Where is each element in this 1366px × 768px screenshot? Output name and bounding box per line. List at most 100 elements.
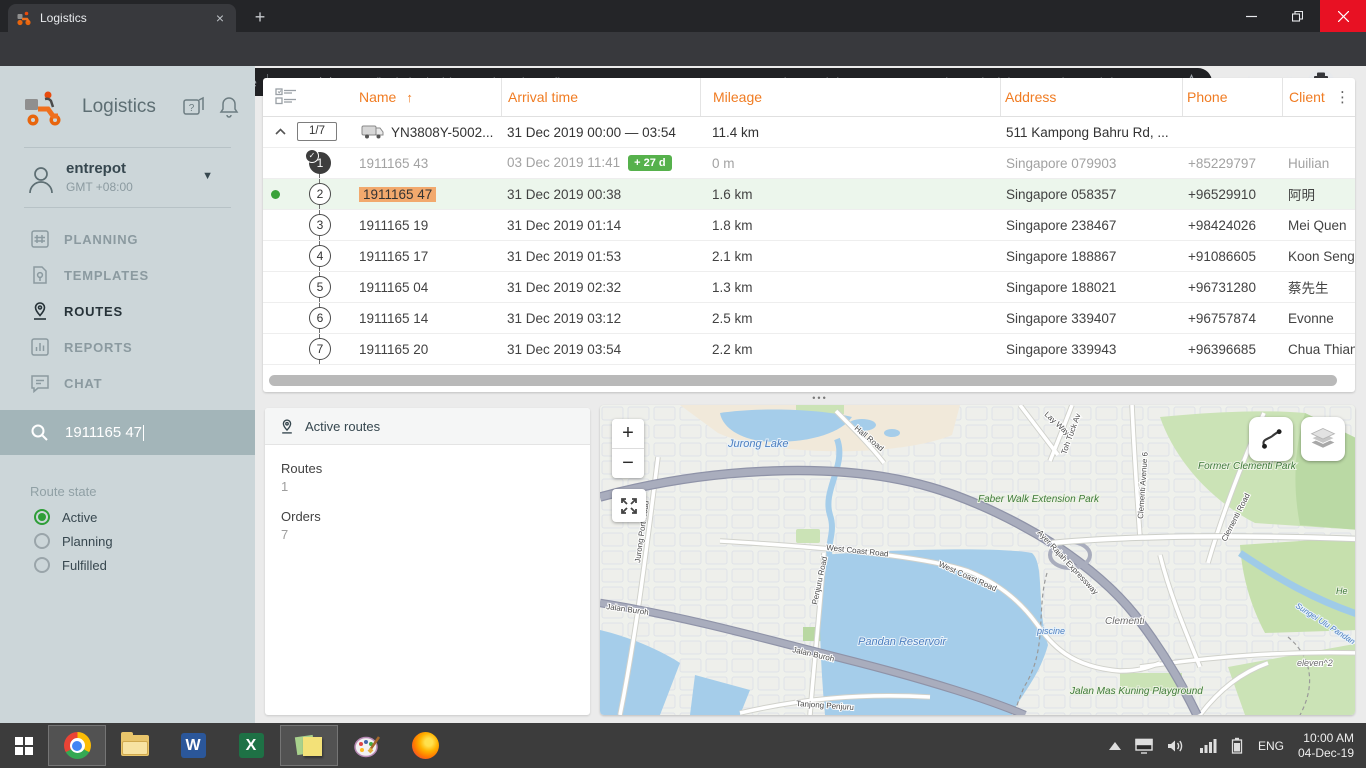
notifications-bell-icon[interactable] [218, 95, 240, 119]
order-phone-cell: +91086605 [1188, 248, 1256, 264]
order-client-cell: 阿明 [1288, 188, 1315, 203]
taskbar: W X ENG 10:00 AM 04-Dec-19 [0, 723, 1366, 768]
table-row[interactable]: 6 ✓ 1911165 14 31 Dec 2019 03:12 2.5 km … [263, 303, 1355, 334]
sidebar-item-templates[interactable]: TEMPLATES [0, 257, 255, 293]
map-zoom-out-button[interactable]: − [612, 449, 644, 478]
table-row[interactable]: 1 ✓ 1911165 43 03 Dec 2019 11:41 + 27 d 0… [263, 148, 1355, 179]
taskbar-explorer-button[interactable] [106, 725, 164, 766]
divider [24, 147, 231, 148]
taskbar-sticky-notes-button[interactable] [280, 725, 338, 766]
column-header-arrival[interactable]: Arrival time [501, 78, 700, 116]
panel-resize-handle[interactable]: ••• [800, 392, 840, 404]
column-header-address[interactable]: Address [1000, 78, 1182, 116]
order-address-cell: Singapore 238467 [1006, 217, 1117, 233]
order-client-cell: Mei Quen [1288, 217, 1347, 233]
tray-monitor-icon[interactable] [1135, 738, 1153, 754]
taskbar-excel-button[interactable]: X [222, 725, 280, 766]
order-mileage-cell: 1.8 km [712, 217, 753, 233]
route-name: YN3808Y-5002... [355, 125, 501, 140]
table-row[interactable]: 3 ✓ 1911165 19 31 Dec 2019 01:14 1.8 km … [263, 210, 1355, 241]
order-address-cell: Singapore 339407 [1006, 310, 1117, 326]
sidebar-menu: PLANNING TEMPLATES ROUTES REPORTS CHAT [0, 221, 255, 401]
sidebar-item-routes[interactable]: ROUTES [0, 293, 255, 329]
order-arrival-cell: 31 Dec 2019 03:54 [507, 341, 622, 357]
radio-icon [34, 509, 50, 525]
map[interactable]: Jurong Lake Hall Road Lay Way Toh Tuck A… [600, 405, 1355, 715]
order-address-cell: Singapore 339943 [1006, 341, 1117, 357]
column-header-phone[interactable]: Phone [1182, 78, 1282, 116]
map-fullscreen-button[interactable] [612, 489, 646, 522]
firefox-icon [411, 732, 439, 759]
order-address-cell: Singapore 188021 [1006, 279, 1117, 295]
order-phone-cell: +98424026 [1188, 217, 1256, 233]
map-pin-icon [282, 418, 292, 434]
help-icon[interactable]: ? [182, 96, 206, 118]
route-state-planning-radio[interactable]: Planning [34, 530, 234, 552]
tray-battery-icon[interactable] [1231, 737, 1243, 754]
column-header-name[interactable]: Name ↑ [355, 78, 501, 116]
routes-count-label: Routes [281, 461, 323, 476]
map-label-park: He [1336, 586, 1348, 596]
tray-network-icon[interactable] [1199, 738, 1217, 753]
map-canvas: Jurong Lake Hall Road Lay Way Toh Tuck A… [600, 405, 1355, 715]
route-state-fulfilled-radio[interactable]: Fulfilled [34, 554, 234, 576]
route-state-active-radio[interactable]: Active [34, 506, 234, 528]
orders-count-value: 7 [281, 527, 289, 542]
chevron-down-icon: ▼ [202, 170, 213, 182]
taskbar-word-button[interactable]: W [164, 725, 222, 766]
taskbar-chrome-button[interactable] [48, 725, 106, 766]
map-zoom-in-button[interactable]: + [612, 419, 644, 449]
order-mileage-cell: 0 m [712, 155, 735, 171]
order-name-cell: 1911165 17 [359, 248, 429, 264]
map-layers-button[interactable] [1301, 417, 1345, 461]
taskbar-firefox-button[interactable] [396, 725, 454, 766]
horizontal-scrollbar[interactable] [269, 375, 1337, 386]
route-summary-row[interactable]: 1/7 YN3808Y-5002... 31 Dec 2019 00:00 — … [263, 117, 1355, 148]
collapse-chevron-icon[interactable] [275, 128, 286, 135]
table-row[interactable]: 7 ✓ 1911165 20 31 Dec 2019 03:54 2.2 km … [263, 334, 1355, 365]
map-pin-icon [34, 302, 46, 320]
excel-icon: X [238, 733, 264, 758]
calendar-icon [31, 230, 49, 248]
radio-icon [34, 533, 50, 549]
map-route-tool-button[interactable] [1249, 417, 1293, 461]
browser-tab[interactable]: Logistics × [8, 4, 236, 32]
table-row[interactable]: 2 ✓ 1911165 47 31 Dec 2019 00:38 1.6 km … [263, 179, 1355, 210]
tab-close-icon[interactable]: × [212, 10, 228, 26]
order-phone-cell: +96396685 [1188, 341, 1256, 357]
tray-language[interactable]: ENG [1258, 739, 1284, 753]
sidebar-item-planning[interactable]: PLANNING [0, 221, 255, 257]
bar-chart-icon [31, 338, 49, 356]
order-mileage-cell: 2.1 km [712, 248, 753, 264]
tray-hidden-icons-button[interactable] [1108, 741, 1121, 750]
map-label-water: piscine [1036, 626, 1065, 636]
sidebar-item-chat[interactable]: CHAT [0, 365, 255, 401]
window-minimize-button[interactable] [1228, 0, 1274, 32]
order-number-badge: 7 [309, 338, 331, 360]
order-arrival-cell: 31 Dec 2019 00:38 [507, 186, 622, 202]
window-close-button[interactable] [1320, 0, 1366, 32]
order-name-cell: 1911165 20 [359, 341, 429, 357]
new-tab-button[interactable]: + [248, 6, 272, 30]
user-icon [29, 167, 53, 194]
table-row[interactable]: 5 ✓ 1911165 04 31 Dec 2019 02:32 1.3 km … [263, 272, 1355, 303]
tray-volume-icon[interactable] [1167, 738, 1185, 754]
start-button[interactable] [0, 725, 48, 766]
order-name-cell: 1911165 14 [359, 310, 429, 326]
sidebar-item-reports[interactable]: REPORTS [0, 329, 255, 365]
column-settings-icon[interactable] [263, 78, 355, 116]
table-row[interactable]: 4 ✓ 1911165 17 31 Dec 2019 01:53 2.1 km … [263, 241, 1355, 272]
route-address: 511 Kampong Bahru Rd, ... [1006, 124, 1169, 140]
routes-count-value: 1 [281, 479, 289, 494]
window-restore-button[interactable] [1274, 0, 1320, 32]
order-name-cell: 1911165 43 [359, 155, 429, 171]
panel-title: Active routes [305, 418, 381, 434]
tray-clock[interactable]: 10:00 AM 04-Dec-19 [1298, 731, 1354, 761]
table-menu-icon[interactable]: ⋮ [1335, 88, 1350, 106]
taskbar-paint-button[interactable] [338, 725, 396, 766]
order-arrival-cell: 31 Dec 2019 01:14 [507, 217, 622, 233]
column-header-mileage[interactable]: Mileage [700, 78, 1000, 116]
active-routes-header: Active routes [265, 408, 590, 445]
search-input[interactable]: 1911165 47 [0, 410, 255, 455]
user-account-dropdown[interactable]: entrepot GMT +08:00 ▼ [0, 158, 255, 204]
